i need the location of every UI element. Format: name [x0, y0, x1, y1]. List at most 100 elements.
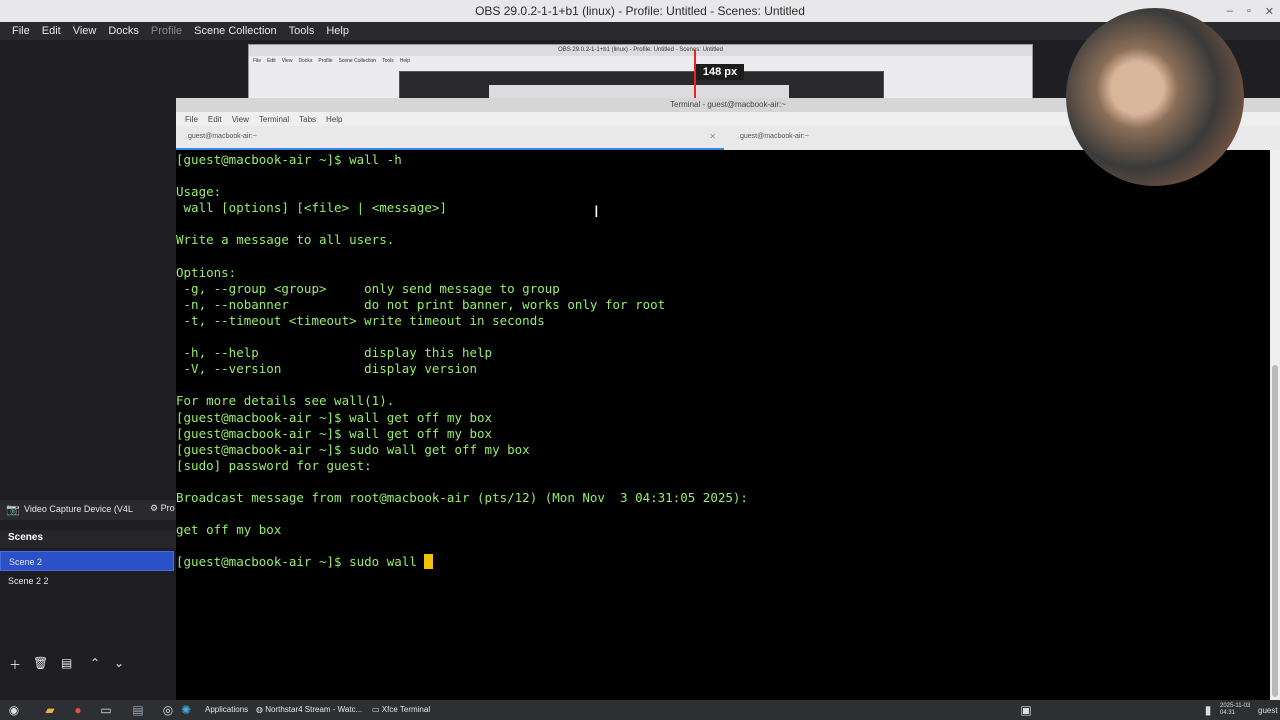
applications-menu[interactable]: Applications [205, 705, 248, 714]
terminal-menu-view[interactable]: View [227, 115, 254, 124]
terminal-line: Write a message to all users. [176, 232, 395, 248]
window-label: Xfce Terminal [381, 705, 431, 714]
terminal-menu-tabs[interactable]: Tabs [294, 115, 321, 124]
taskbar-window-browser[interactable]: ◍ Northstar4 Stream - Watc... [256, 705, 362, 714]
properties-button[interactable]: ⚙ Pro [150, 503, 175, 514]
files-icon[interactable]: ▰ [40, 700, 60, 720]
text-cursor [424, 554, 434, 570]
ibeam-cursor-icon: I [594, 202, 599, 221]
network-icon[interactable]: ▮ [1198, 700, 1218, 720]
move-up-icon[interactable]: ⌃ [90, 656, 100, 670]
camera-icon: 📷 [6, 504, 20, 516]
preview-menu-item: File [253, 58, 262, 64]
menu-edit[interactable]: Edit [36, 25, 67, 37]
terminal-menu-edit[interactable]: Edit [203, 115, 227, 124]
terminal-menu-help[interactable]: Help [321, 115, 347, 124]
preview-window-title: OBS 29.0.2-1-1+b1 (linux) - Profile: Unt… [249, 45, 1032, 56]
obs-window-title: OBS 29.0.2-1-1+b1 (linux) - Profile: Unt… [0, 0, 1280, 22]
menu-file[interactable]: File [6, 25, 36, 37]
menu-help[interactable]: Help [320, 25, 355, 37]
xfce-icon[interactable]: ✺ [176, 700, 196, 720]
clock-time: 04:31 [1220, 710, 1236, 716]
terminal-menu-terminal[interactable]: Terminal [254, 115, 294, 124]
scrollbar-thumb[interactable] [1272, 365, 1278, 697]
source-name: Video Capture Device (V4L [24, 504, 133, 514]
terminal-lines: [guest@macbook-air ~]$ wall -h Usage: wal… [176, 152, 748, 554]
preview-menu-item: Profile [318, 58, 333, 64]
terminal-line: -t, --timeout <timeout> write timeout in… [176, 312, 545, 328]
obs-preview-canvas[interactable]: OBS 29.0.2-1-1+b1 (linux) - Profile: Unt… [248, 44, 1033, 102]
clock[interactable]: 2025-11-03 04:31 [1220, 703, 1250, 717]
terminal-line: -g, --group <group> only send message to… [176, 280, 560, 296]
scenes-title: Scenes [8, 532, 44, 543]
scene-item-selected[interactable]: Scene 2 [0, 551, 174, 571]
terminal-scrollbar[interactable] [1270, 150, 1280, 700]
terminal-line: [guest@macbook-air ~]$ wall get off my b… [176, 425, 493, 441]
terminal-line: Options: [176, 264, 237, 280]
menu-view[interactable]: View [67, 25, 103, 37]
terminal-output[interactable]: [guest@macbook-air ~]$ wall -h Usage: wal… [176, 150, 1270, 700]
window-label: Northstar4 Stream - Watc... [265, 705, 363, 714]
scene-toolbar [0, 654, 176, 674]
terminal-line: wall [options] [<file> | <message>] [176, 200, 447, 216]
terminal-line: [guest@macbook-air ~]$ wall get off my b… [176, 409, 493, 425]
terminal-line: For more details see wall(1). [176, 393, 395, 409]
terminal-prompt-line[interactable]: [guest@macbook-air ~]$ sudo wall [176, 554, 748, 570]
prompt-text: [guest@macbook-air ~]$ sudo wall [176, 554, 425, 570]
terminal-text: [guest@macbook-air ~]$ wall -h Usage: wal… [176, 152, 748, 570]
scene-item[interactable]: Scene 2 2 [0, 571, 174, 591]
tab-label: guest@macbook-air:~ [740, 133, 809, 140]
properties-label: Pro [160, 503, 175, 513]
menu-tools[interactable]: Tools [283, 25, 321, 37]
preview-menu-item: Tools [382, 58, 394, 64]
terminal-line: Usage: [176, 184, 222, 200]
preview-menu-item: Docks [298, 58, 313, 64]
menu-profile[interactable]: Profile [145, 25, 188, 37]
terminal-tab-active[interactable]: guest@macbook-air:~ ✕ [176, 126, 724, 150]
preview-menu-item: View [281, 58, 293, 64]
menu-scene-collection[interactable]: Scene Collection [188, 25, 283, 37]
terminal-icon[interactable]: ▭ [96, 700, 116, 720]
terminal-line: [guest@macbook-air ~]$ sudo wall get off… [176, 441, 530, 457]
system-menu-icon[interactable]: ◉ [4, 700, 24, 720]
clock-date: 2025-11-03 [1220, 703, 1251, 709]
webcam-overlay [1066, 8, 1244, 186]
firefox-icon[interactable]: ● [68, 700, 88, 720]
preview-menu-item: Scene Collection [338, 58, 377, 64]
terminal-line: get off my box [176, 522, 282, 538]
preview-menubar: File Edit View Docks Profile Scene Colle… [253, 58, 410, 64]
preview-menu-item: Help [399, 58, 411, 64]
workspace-icon[interactable]: ▣ [1016, 700, 1036, 720]
maximize-icon[interactable]: ▫ [1247, 5, 1251, 17]
terminal-line: [sudo] password for guest: [176, 457, 372, 473]
terminal-line: -n, --nobanner do not print banner, work… [176, 296, 666, 312]
terminal-line: [guest@macbook-air ~]$ wall -h [176, 152, 402, 167]
terminal-menu-file[interactable]: File [180, 115, 203, 124]
text-editor-icon[interactable]: ▤ [128, 700, 148, 720]
terminal-line: Broadcast message from root@macbook-air … [176, 489, 748, 505]
preview-menu-item: Edit [267, 58, 276, 64]
tab-label: guest@macbook-air:~ [188, 133, 257, 140]
terminal-line: -V, --version display version [176, 361, 478, 377]
trash-icon[interactable]: 🗑 [33, 656, 48, 670]
pixel-distance-label: 148 px [696, 64, 744, 80]
scene-filters-icon[interactable]: ▤ [61, 656, 72, 670]
user-name[interactable]: guest [1258, 706, 1278, 715]
terminal-line: -h, --help display this help [176, 345, 493, 361]
obs-icon[interactable]: ◎ [158, 700, 178, 720]
obs-window-controls: – ▫ ✕ [1227, 0, 1274, 22]
move-down-icon[interactable]: ⌄ [114, 656, 124, 670]
close-icon[interactable]: ✕ [709, 126, 716, 148]
minimize-icon[interactable]: – [1227, 5, 1233, 17]
taskbar-window-terminal[interactable]: ▭ Xfce Terminal [372, 705, 430, 714]
menu-docks[interactable]: Docks [102, 25, 145, 37]
close-icon[interactable]: ✕ [1265, 5, 1274, 18]
add-scene-icon[interactable]: ＋ [9, 656, 21, 673]
